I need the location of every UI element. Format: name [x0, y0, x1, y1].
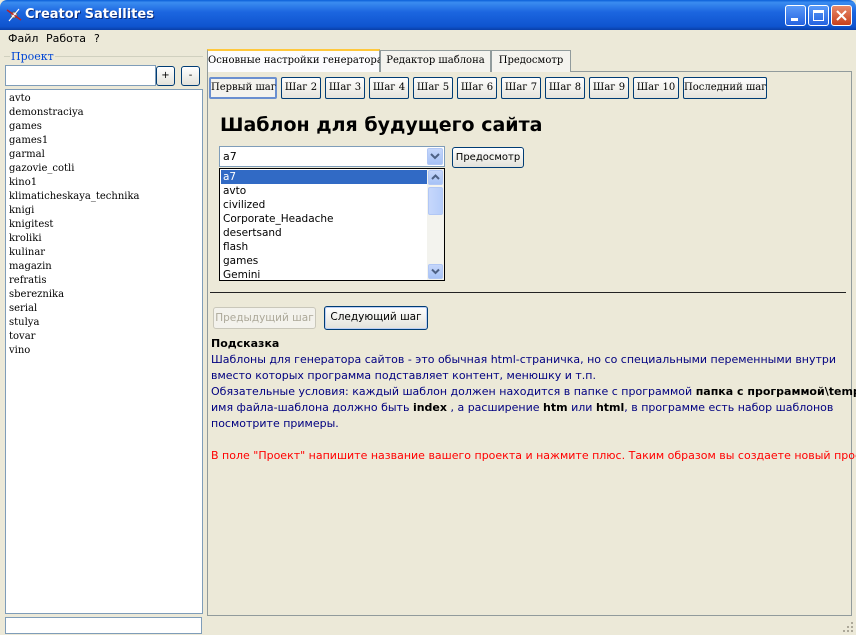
hint-line-4-g: , в программе есть набор шаблонов	[624, 401, 834, 414]
page-heading: Шаблон для будущего сайта	[220, 114, 543, 136]
minimize-icon	[791, 18, 798, 21]
chevron-down-icon	[430, 153, 440, 160]
app-icon	[6, 8, 22, 22]
step-first[interactable]: Первый шаг	[209, 77, 277, 99]
project-item[interactable]: games	[9, 120, 199, 134]
scroll-thumb[interactable]	[428, 187, 443, 215]
hint-line-5: посмотрите примеры.	[211, 417, 339, 430]
remove-project-button[interactable]: -	[181, 66, 200, 86]
tab-template-editor[interactable]: Редактор шаблона	[380, 50, 491, 72]
title-bar[interactable]: Creator Satellites	[0, 0, 856, 30]
step-7[interactable]: Шаг 7	[501, 77, 541, 99]
chevron-down-icon	[431, 268, 440, 275]
template-dropdown-list[interactable]: a7 avto civilized Corporate_Headache des…	[219, 168, 445, 281]
hint-line-3: Обязательные условия: каждый шаблон долж…	[211, 385, 856, 398]
template-select-arrow[interactable]	[427, 148, 443, 165]
hint-templates-path: папка с программой\templates\	[695, 385, 856, 398]
project-item[interactable]: stulya	[9, 316, 199, 330]
status-bar	[207, 617, 856, 635]
step-9[interactable]: Шаг 9	[589, 77, 629, 99]
project-list[interactable]: avto demonstraciya games games1 garmal g…	[5, 89, 203, 614]
step-3[interactable]: Шаг 3	[325, 77, 365, 99]
bottom-status-field[interactable]	[5, 617, 202, 634]
step-6[interactable]: Шаг 6	[457, 77, 497, 99]
project-panel: Проект + - avto demonstraciya games game…	[4, 50, 203, 616]
hint-red-note: В поле "Проект" напишите название вашего…	[211, 449, 856, 462]
dropdown-option[interactable]: desertsand	[221, 226, 428, 240]
preview-button[interactable]: Предосмотр	[452, 147, 524, 168]
dropdown-scrollbar[interactable]	[427, 169, 444, 280]
project-item[interactable]: demonstraciya	[9, 106, 199, 120]
hint-line-4: имя файла-шаблона должно быть index , а …	[211, 401, 833, 414]
menu-help[interactable]: ?	[94, 32, 100, 45]
previous-step-button[interactable]: Предыдущий шаг	[213, 307, 316, 329]
window-title: Creator Satellites	[25, 7, 154, 22]
step-2[interactable]: Шаг 2	[281, 77, 321, 99]
menu-work[interactable]: Работа	[46, 32, 86, 45]
project-item[interactable]: refratis	[9, 274, 199, 288]
project-item[interactable]: garmal	[9, 148, 199, 162]
tab-generator-settings[interactable]: Основные настройки генератора	[207, 49, 383, 72]
project-group-label: Проект	[10, 50, 55, 63]
hint-line-3-text: Обязательные условия: каждый шаблон долж…	[211, 385, 696, 398]
dropdown-option[interactable]: a7	[221, 170, 428, 184]
project-item[interactable]: serial	[9, 302, 199, 316]
template-select[interactable]: a7	[219, 146, 445, 167]
step-10[interactable]: Шаг 10	[633, 77, 679, 99]
scroll-down-button[interactable]	[428, 264, 443, 279]
project-item[interactable]: gazovie_cotli	[9, 162, 199, 176]
next-step-button[interactable]: Следующий шаг	[324, 306, 428, 330]
close-button[interactable]	[831, 5, 852, 26]
maximize-icon	[813, 10, 824, 21]
project-item[interactable]: knigi	[9, 204, 199, 218]
project-name-input[interactable]	[5, 65, 156, 86]
resize-grip-icon[interactable]	[842, 621, 854, 633]
dropdown-option[interactable]: games	[221, 254, 428, 268]
tab-preview[interactable]: Предосмотр	[491, 50, 571, 72]
project-item[interactable]: games1	[9, 134, 199, 148]
hint-ext-htm: htm	[543, 401, 568, 414]
project-item[interactable]: tovar	[9, 330, 199, 344]
hint-line-4-e: или	[567, 401, 596, 414]
step-last[interactable]: Последний шаг	[683, 77, 767, 99]
project-item[interactable]: kulinar	[9, 246, 199, 260]
close-icon	[836, 10, 847, 21]
hint-ext-html: html	[595, 401, 625, 414]
chevron-up-icon	[431, 174, 440, 180]
step-8[interactable]: Шаг 8	[545, 77, 585, 99]
minimize-button[interactable]	[785, 5, 806, 26]
step-4[interactable]: Шаг 4	[369, 77, 409, 99]
project-item[interactable]: magazin	[9, 260, 199, 274]
dropdown-option[interactable]: Gemini	[221, 268, 428, 282]
project-item[interactable]: sbereznika	[9, 288, 199, 302]
menu-file[interactable]: Файл	[8, 32, 38, 45]
project-item[interactable]: avto	[9, 92, 199, 106]
maximize-button[interactable]	[808, 5, 829, 26]
template-select-value: a7	[223, 150, 237, 163]
scroll-up-button[interactable]	[428, 170, 443, 185]
project-item[interactable]: knigitest	[9, 218, 199, 232]
hint-line-4-c: , а расширение	[446, 401, 544, 414]
hint-line-1: Шаблоны для генератора сайтов - это обыч…	[211, 353, 837, 366]
menu-bar: Файл Работа ?	[0, 30, 856, 47]
dropdown-option[interactable]: civilized	[221, 198, 428, 212]
project-item[interactable]: klimaticheskaya_technika	[9, 190, 199, 204]
dropdown-option[interactable]: flash	[221, 240, 428, 254]
dropdown-option[interactable]: Corporate_Headache	[221, 212, 428, 226]
project-item[interactable]: kroliki	[9, 232, 199, 246]
hint-line-4-a: имя файла-шаблона должно быть	[211, 401, 413, 414]
separator-line	[210, 292, 846, 293]
step-5[interactable]: Шаг 5	[413, 77, 453, 99]
dropdown-option[interactable]: avto	[221, 184, 428, 198]
hint-filename: index	[412, 401, 447, 414]
project-item[interactable]: kino1	[9, 176, 199, 190]
add-project-button[interactable]: +	[156, 66, 175, 86]
hint-title: Подсказка	[211, 337, 280, 350]
project-item[interactable]: vino	[9, 344, 199, 358]
hint-line-2: вместо которых программа подставляет кон…	[211, 369, 596, 382]
